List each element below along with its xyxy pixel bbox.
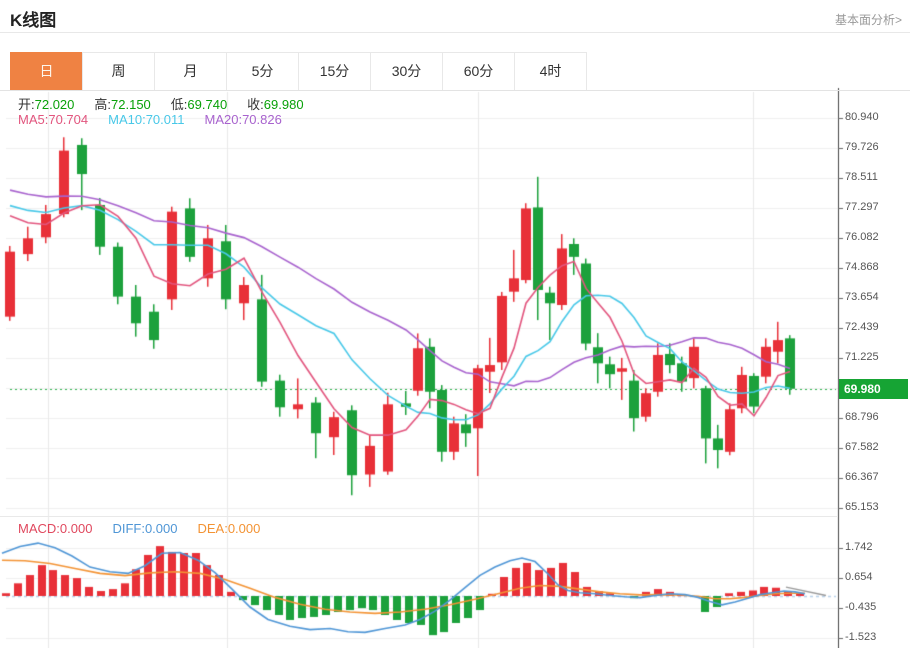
tab-period-0[interactable]: 日 bbox=[10, 52, 83, 91]
ma-row-item-1: MA10:70.011 bbox=[108, 112, 185, 127]
ohlc-row-item-2: 低:69.740 bbox=[170, 97, 228, 112]
main-ytick-label: 72.439 bbox=[845, 321, 879, 334]
main-ytick-label: 77.297 bbox=[845, 201, 879, 213]
macd-ytick-label: -1.523 bbox=[845, 630, 877, 643]
macd-row-item-0: MACD:0.000 bbox=[18, 521, 93, 536]
tab-period-5[interactable]: 30分 bbox=[370, 52, 443, 91]
main-ytick-label: 73.654 bbox=[845, 291, 879, 303]
ohlc-legend: 开:72.020 高:72.150 低:69.740 收:69.980 bbox=[18, 94, 324, 113]
macd-row-item-1: DIFF:0.000 bbox=[112, 521, 178, 536]
main-ytick-label: 65.153 bbox=[845, 501, 879, 514]
main-ytick-label: 79.726 bbox=[845, 140, 879, 153]
kline-app: K线图 基本面分析> 日周月 5分 15分 30分 60分 4时 开:72.020 高:72… bbox=[0, 0, 910, 648]
main-ytick-label: 71.225 bbox=[845, 351, 879, 364]
page-title: K线图 bbox=[10, 11, 57, 30]
current-price-badge: 69.980 bbox=[839, 379, 908, 399]
macd-legend: MACD:0.000 DIFF:0.000 DEA:0.000 bbox=[18, 521, 280, 536]
main-ytick-label: 76.082 bbox=[845, 231, 879, 244]
main-ytick-label: 78.511 bbox=[845, 171, 878, 183]
main-ytick-label: 67.582 bbox=[845, 441, 879, 454]
tab-period-1[interactable]: 周 bbox=[82, 52, 155, 91]
tab-period-4[interactable]: 15分 bbox=[298, 52, 371, 91]
ohlc-row-item-0: 开:72.020 bbox=[18, 97, 75, 112]
tab-period-6[interactable]: 60分 bbox=[442, 52, 515, 91]
tab-period-7[interactable]: 4时 bbox=[514, 52, 587, 91]
panel-divider bbox=[0, 516, 838, 517]
period-tab-bar: 日周月 5分 15分 30分 60分 4时 bbox=[10, 52, 587, 91]
header-divider bbox=[0, 32, 910, 33]
ma-row-item-0: MA5:70.704 bbox=[18, 112, 89, 127]
ohlc-row-item-1: 高:72.150 bbox=[94, 97, 151, 112]
tab-period-3[interactable]: 5分 bbox=[226, 52, 299, 91]
ma-legend: MA5:70.704 MA10:70.011 MA20:70.826 bbox=[18, 112, 302, 127]
main-ytick-label: 80.940 bbox=[845, 111, 879, 123]
main-ytick-label: 66.367 bbox=[845, 471, 879, 484]
tab-period-2[interactable]: 月 bbox=[154, 52, 227, 91]
macd-ytick-label: 1.742 bbox=[845, 540, 873, 553]
main-ytick-label: 68.796 bbox=[845, 411, 879, 424]
tabbar-divider bbox=[0, 90, 910, 91]
main-ytick-label: 74.868 bbox=[845, 261, 879, 273]
macd-ytick-label: -0.435 bbox=[845, 600, 877, 613]
macd-ytick-label: 0.654 bbox=[845, 570, 873, 583]
fundamental-analysis-link[interactable]: 基本面分析> bbox=[835, 11, 902, 28]
ohlc-row-item-3: 收:69.980 bbox=[247, 97, 304, 112]
macd-row-item-2: DEA:0.000 bbox=[197, 521, 261, 536]
ma-row-item-2: MA20:70.826 bbox=[204, 112, 282, 127]
